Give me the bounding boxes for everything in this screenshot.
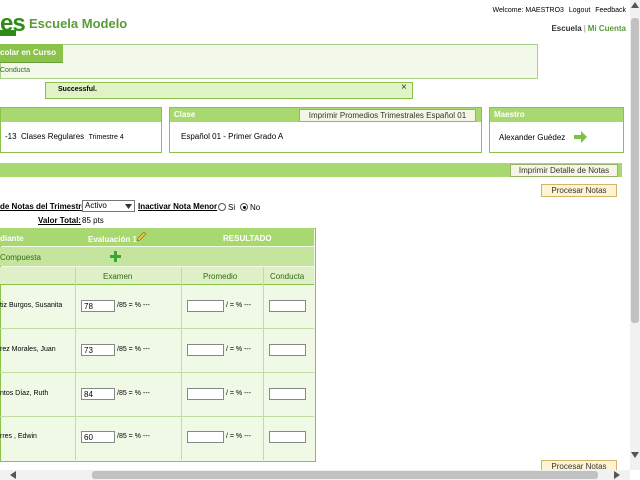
arrow-right-icon[interactable] [574,131,588,143]
subheader-row [0,267,314,285]
logo-underline [0,30,16,36]
scroll-up-icon[interactable] [631,2,639,8]
col-separator [181,267,182,460]
maestro-panel: Maestro Alexander Guédez [489,107,624,153]
inactivar-label: Inactivar Nota Menor [138,202,218,211]
col-examen: Examen [103,272,133,281]
radio-no[interactable] [240,203,248,211]
student-name: rez Morales, Juan [0,346,56,353]
valor-total-value: 85 pts [82,216,104,225]
success-message [45,82,413,99]
process-grades-button-top[interactable]: Procesar Notas [541,184,617,197]
nav-mi-cuenta[interactable]: Mi Cuenta [588,24,626,33]
scroll-down-icon[interactable] [631,452,639,458]
exam-input[interactable]: 73 [81,344,115,356]
conducta-input[interactable] [269,388,306,400]
radio-no-dot [242,205,246,209]
col-promedio: Promedio [203,272,238,281]
exam-input[interactable]: 84 [81,388,115,400]
exam-input[interactable]: 78 [81,300,115,312]
exam-result: /85 = % --- [117,433,150,440]
col-estudiante: diante [0,234,24,243]
conducta-input[interactable] [269,431,306,443]
vertical-scroll-thumb[interactable] [631,18,639,323]
add-icon[interactable] [110,251,121,262]
term-panel-content: -13 Clases Regulares Trimestre 4 [5,132,124,141]
student-name: rres , Edwin [0,433,37,440]
tab-escolar-en-curso-label[interactable]: colar en Curso [0,48,56,57]
conducta-input[interactable] [269,300,306,312]
maestro-panel-header: Maestro [490,108,623,122]
logout-link[interactable]: Logout [569,7,590,14]
col-separator [263,267,264,460]
horizontal-scroll-thumb[interactable] [92,471,598,479]
col-separator [75,267,76,460]
term-panel-header [1,108,161,122]
radio-no-label: No [250,203,261,212]
promedio-result: / = % --- [226,302,252,309]
col-conducta: Conducta [270,272,305,281]
exam-result: /85 = % --- [117,302,150,309]
chevron-down-icon [125,204,132,209]
status-select[interactable]: Activo [82,200,135,212]
row-separator [0,328,314,329]
radio-si[interactable] [218,203,226,211]
compuesta-row [0,247,314,266]
nav-escuela[interactable]: Escuela [551,24,581,33]
col-evaluacion: Evaluación 1 [88,235,137,244]
term-panel: -13 Clases Regulares Trimestre 4 [0,107,162,153]
conducta-input[interactable] [269,344,306,356]
valor-total-label: Valor Total: [38,216,81,225]
student-name: ntos Díaz, Ruth [0,390,49,397]
promedio-input[interactable] [187,344,224,356]
status-select-value: Activo [85,201,107,210]
promedio-input[interactable] [187,300,224,312]
compuesta-label: Compuesta [0,253,41,262]
clase-title: Clase [174,110,196,119]
scroll-right-icon[interactable] [614,471,620,479]
top-links: Welcome: MAESTRO3 Logout Feedback [489,7,626,14]
success-message-text: Successful. [58,86,97,93]
exam-result: /85 = % --- [117,390,150,397]
promedio-result: / = % --- [226,346,252,353]
clase-value: Español 01 - Primer Grado A [181,132,284,141]
student-name: tiz Burgos, Susanita [0,302,63,309]
promedio-input[interactable] [187,388,224,400]
pencil-icon[interactable] [136,231,147,242]
promedio-input[interactable] [187,431,224,443]
sub-navigation: Escuela | Mi Cuenta [551,24,626,33]
filter-label: de Notas del Trimestre [0,202,86,211]
row-separator [0,416,314,417]
col-resultado: RESULTADO [223,234,272,243]
feedback-link[interactable]: Feedback [595,7,626,14]
promedio-result: / = % --- [226,390,252,397]
print-trimester-averages-button[interactable]: Imprimir Promedios Trimestrales Español … [299,109,476,122]
trimestre-label: Trimestre 4 [88,134,124,141]
nav-separator: | [583,24,586,33]
promedio-result: / = % --- [226,433,252,440]
radio-si-label: Si [228,203,236,212]
maestro-title: Maestro [494,110,525,119]
scroll-left-icon[interactable] [10,471,16,479]
print-grade-detail-button[interactable]: Imprimir Detalle de Notas [510,164,618,177]
class-type: Clases Regulares [21,132,85,141]
row-separator [0,372,314,373]
sub-tab-conducta[interactable]: Conducta [0,67,30,74]
maestro-name: Alexander Guédez [499,133,566,142]
tab-bar [0,44,538,79]
exam-result: /85 = % --- [117,346,150,353]
site-title: Escuela Modelo [29,16,128,31]
welcome-text: Welcome: MAESTRO3 [492,7,564,14]
clase-panel: Clase Imprimir Promedios Trimestrales Es… [169,107,482,153]
term-range: -13 [5,132,17,141]
exam-input[interactable]: 60 [81,431,115,443]
close-icon[interactable]: × [401,82,407,93]
